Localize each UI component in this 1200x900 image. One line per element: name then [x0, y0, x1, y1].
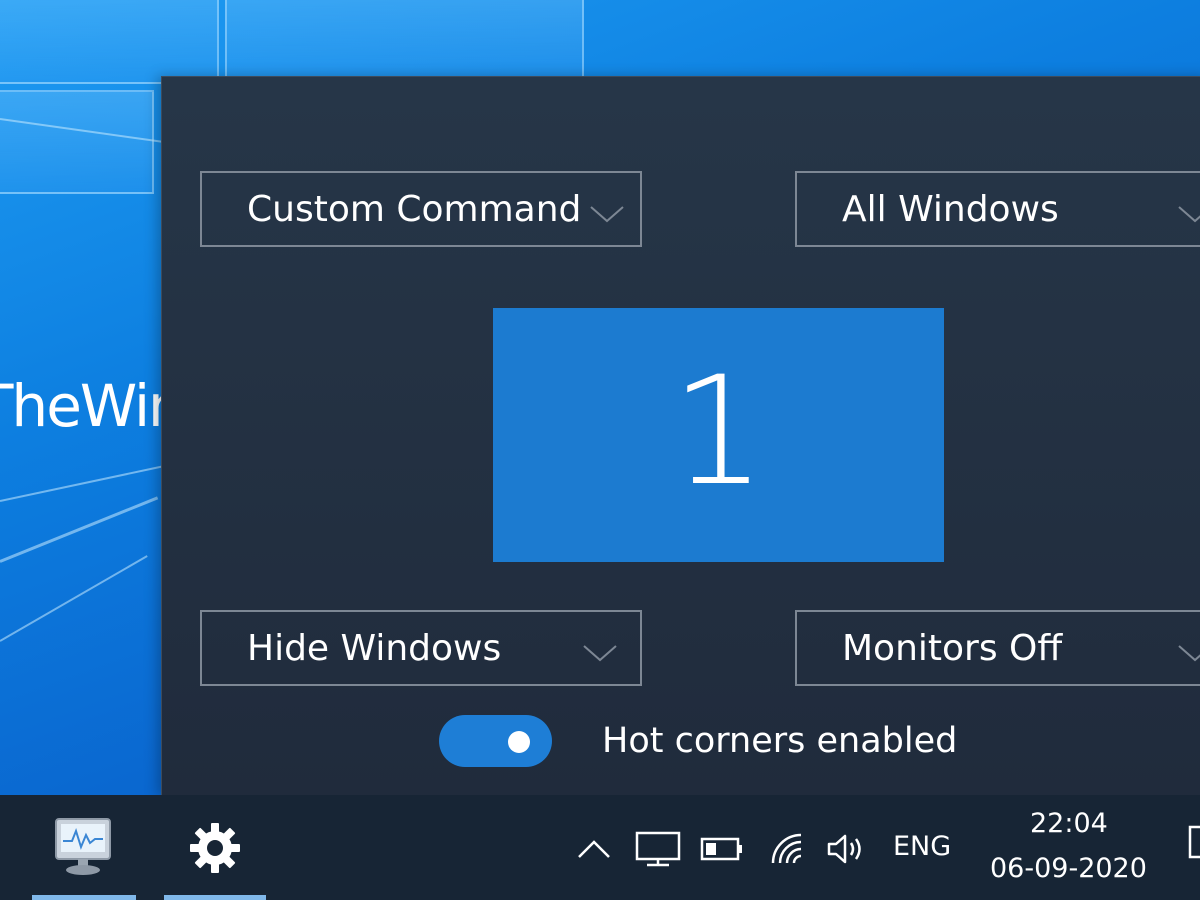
bottom-left-corner-value: Hide Windows [247, 628, 502, 669]
wallpaper-light-beam [0, 496, 159, 563]
bottom-left-corner-dropdown[interactable]: Hide Windows [200, 610, 642, 686]
hot-corners-toggle[interactable] [439, 715, 552, 767]
wallpaper-window-pane [0, 90, 154, 194]
top-left-corner-value: Custom Command [247, 189, 582, 230]
top-right-corner-value: All Windows [842, 189, 1059, 230]
chevron-down-icon [1178, 206, 1200, 223]
wallpaper-window-pane [0, 0, 219, 84]
top-right-corner-dropdown[interactable]: All Windows [795, 171, 1200, 247]
monitor-number: 1 [670, 345, 767, 519]
taskbar: ENG 22:04 06-09-2020 [0, 795, 1200, 900]
chevron-down-icon [583, 645, 617, 662]
wallpaper-window-pane [225, 0, 584, 84]
display-icon[interactable] [635, 831, 681, 867]
taskbar-app-system-monitor[interactable] [32, 795, 136, 900]
wallpaper-light-beam [0, 464, 167, 502]
clock-time[interactable]: 22:04 [1030, 808, 1108, 839]
battery-icon[interactable] [700, 836, 744, 862]
bottom-right-corner-dropdown[interactable]: Monitors Off [795, 610, 1200, 686]
chevron-down-icon [1178, 645, 1200, 662]
monitor-preview[interactable]: 1 [493, 308, 944, 562]
notification-icon[interactable] [1188, 825, 1200, 861]
input-language-indicator[interactable]: ENG [893, 831, 951, 862]
clock-date[interactable]: 06-09-2020 [990, 853, 1147, 884]
desktop-screen: TheWindowsClub Custom Command All Window… [0, 0, 1200, 900]
bottom-right-corner-value: Monitors Off [842, 628, 1063, 669]
active-app-indicator [164, 895, 266, 900]
hot-corners-toggle-label: Hot corners enabled [602, 721, 958, 761]
volume-icon[interactable] [826, 832, 870, 866]
system-monitor-icon [55, 818, 111, 875]
wallpaper-light-beam [0, 555, 148, 642]
hot-corners-panel: Custom Command All Windows 1 Hide Window… [161, 76, 1200, 796]
toggle-knob [508, 731, 530, 753]
taskbar-app-settings[interactable] [164, 795, 266, 900]
top-left-corner-dropdown[interactable]: Custom Command [200, 171, 642, 247]
chevron-down-icon [590, 206, 624, 223]
active-app-indicator [32, 895, 136, 900]
gear-icon [190, 823, 240, 873]
chevron-up-icon[interactable] [576, 837, 612, 861]
wifi-icon[interactable] [769, 831, 805, 867]
